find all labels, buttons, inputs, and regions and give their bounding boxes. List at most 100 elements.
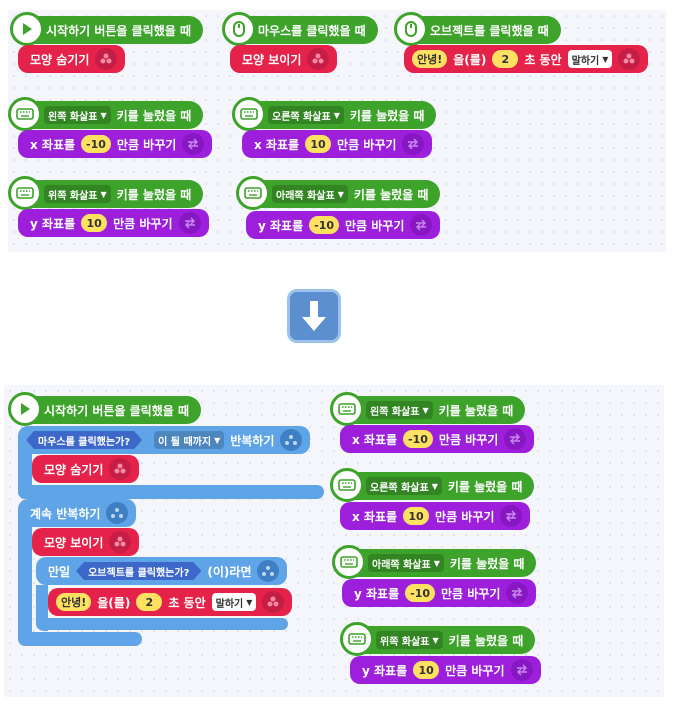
y-value-input[interactable]: -10 [309, 216, 339, 234]
change-x-left-block[interactable]: x 좌표를 -10 만큼 바꾸기 [18, 130, 213, 158]
mouse-click-event-label: 마우스를 클릭했을 때 [258, 23, 366, 38]
flow-icon [106, 502, 129, 524]
until-value: 이 될 때까지 [158, 436, 212, 448]
object-clicked-condition[interactable]: 오브젝트를 클릭했는가? [76, 562, 201, 580]
say-particle: 을(를) [453, 52, 487, 67]
caret-down-icon: ▼ [337, 189, 344, 199]
say-text-input[interactable]: 안녕! [412, 50, 448, 68]
change-x-right-block-main[interactable]: x 좌표를 10 만큼 바꾸기 [340, 502, 531, 530]
key-pressed-label: 키를 눌렀을 때 [447, 479, 523, 494]
say-block-main[interactable]: 안녕! 을(를) 2 초 동안 말하기 ▼ [48, 588, 293, 616]
y-value-input[interactable]: 10 [81, 214, 108, 232]
move-icon [504, 428, 527, 450]
mouse-click-event-block[interactable]: 마우스를 클릭했을 때 [222, 12, 378, 46]
say-seconds-suffix: 초 동안 [524, 52, 562, 67]
change-suffix: 만큼 바꾸기 [441, 586, 501, 601]
hide-shape-block-main[interactable]: 모양 숨기기 [32, 455, 140, 483]
say-block[interactable]: 안녕! 을(를) 2 초 동안 말하기 ▼ [404, 45, 649, 73]
say-particle: 을(를) [97, 595, 131, 610]
key-left-event-block-main[interactable]: 왼쪽 화살표 ▼ 키를 눌렀을 때 [330, 392, 526, 426]
key-down-dropdown[interactable]: 아래쪽 화살표 ▼ [272, 185, 348, 203]
key-down-dropdown[interactable]: 아래쪽 화살표 ▼ [368, 554, 444, 572]
keyboard-icon [330, 392, 364, 426]
y-label: y 좌표를 [30, 216, 76, 231]
looks-icon [95, 48, 118, 70]
change-y-up-block[interactable]: y 좌표를 10 만큼 바꾸기 [18, 209, 209, 237]
key-up-dropdown[interactable]: 위쪽 화살표 ▼ [376, 631, 443, 649]
caret-down-icon: ▼ [422, 405, 429, 415]
key-right-dropdown[interactable]: 오른쪽 화살표 ▼ [366, 477, 442, 495]
say-mode-dropdown[interactable]: 말하기 ▼ [567, 50, 613, 68]
key-up-dropdown[interactable]: 위쪽 화살표 ▼ [44, 185, 111, 203]
if-bottom [36, 618, 288, 630]
key-right-value: 오른쪽 화살표 [272, 111, 331, 123]
if-block[interactable]: 만일 오브젝트를 클릭했는가? (이)라면 [36, 557, 288, 585]
start-event-block[interactable]: 시작하기 버튼을 클릭했을 때 [10, 12, 204, 46]
show-shape-block[interactable]: 모양 보이기 [230, 45, 338, 73]
say-seconds-input[interactable]: 2 [136, 593, 163, 611]
y-label: y 좌표를 [354, 586, 400, 601]
down-arrow-icon [287, 289, 341, 343]
x-value-input[interactable]: -10 [403, 430, 433, 448]
key-left-dropdown[interactable]: 왼쪽 화살표 ▼ [366, 401, 433, 419]
looks-icon [109, 531, 132, 553]
key-left-event-block[interactable]: 왼쪽 화살표 ▼ 키를 눌렀을 때 [8, 97, 204, 131]
key-left-dropdown[interactable]: 왼쪽 화살표 ▼ [44, 106, 111, 124]
x-value-input[interactable]: -10 [81, 135, 111, 153]
say-mode-dropdown[interactable]: 말하기 ▼ [211, 593, 257, 611]
change-y-down-block[interactable]: y 좌표를 -10 만큼 바꾸기 [246, 211, 441, 239]
flow-icon [257, 560, 280, 582]
until-dropdown[interactable]: 이 될 때까지 ▼ [154, 431, 225, 449]
say-text-input[interactable]: 안녕! [56, 593, 92, 611]
show-shape-block-main[interactable]: 모양 보이기 [32, 528, 140, 556]
move-icon [410, 214, 433, 236]
repeat-label: 반복하기 [230, 433, 275, 448]
x-label: x 좌표를 [352, 509, 398, 524]
y-value-input[interactable]: -10 [405, 584, 435, 602]
key-pressed-label: 키를 눌렀을 때 [353, 187, 429, 202]
x-value-input[interactable]: 10 [305, 135, 332, 153]
object-click-event-label: 오브젝트를 클릭했을 때 [430, 23, 549, 38]
y-value-input[interactable]: 10 [413, 661, 440, 679]
looks-icon [307, 48, 330, 70]
y-label: y 좌표를 [362, 663, 408, 678]
looks-icon [109, 458, 132, 480]
key-down-event-block-main[interactable]: 아래쪽 화살표 ▼ 키를 눌렀을 때 [332, 545, 537, 579]
change-y-up-block-main[interactable]: y 좌표를 10 만큼 바꾸기 [350, 656, 541, 684]
forever-bottom [18, 632, 142, 646]
mouse-icon [222, 12, 256, 46]
change-suffix: 만큼 바꾸기 [337, 137, 397, 152]
change-suffix: 만큼 바꾸기 [116, 137, 177, 152]
object-click-event-block[interactable]: 오브젝트를 클릭했을 때 [394, 12, 561, 46]
change-y-down-block-main[interactable]: y 좌표를 -10 만큼 바꾸기 [342, 579, 537, 607]
change-x-right-block[interactable]: x 좌표를 10 만큼 바꾸기 [242, 130, 433, 158]
start-event-label: 시작하기 버튼을 클릭했을 때 [46, 23, 192, 38]
x-value-input[interactable]: 10 [403, 507, 430, 525]
keyboard-icon [330, 468, 364, 502]
key-pressed-label: 키를 눌렀을 때 [116, 108, 192, 123]
key-up-event-block[interactable]: 위쪽 화살표 ▼ 키를 눌렀을 때 [8, 176, 204, 210]
key-right-event-block[interactable]: 오른쪽 화살표 ▼ 키를 눌렀을 때 [232, 97, 437, 131]
keyboard-icon [8, 176, 42, 210]
keyboard-icon [232, 97, 266, 131]
key-right-event-block-main[interactable]: 오른쪽 화살표 ▼ 키를 눌렀을 때 [330, 468, 535, 502]
change-suffix: 만큼 바꾸기 [435, 509, 495, 524]
key-up-event-block-main[interactable]: 위쪽 화살표 ▼ 키를 눌렀을 때 [340, 622, 536, 656]
key-down-event-block[interactable]: 아래쪽 화살표 ▼ 키를 눌렀을 때 [236, 176, 441, 210]
forever-label: 계속 반복하기 [30, 506, 101, 521]
change-x-left-block-main[interactable]: x 좌표를 -10 만큼 바꾸기 [340, 425, 535, 453]
repeat-until-block[interactable]: 마우스를 클릭했는가? 이 될 때까지 ▼ 반복하기 [18, 426, 311, 454]
forever-arm [18, 512, 32, 646]
move-icon [182, 133, 205, 155]
forever-block[interactable]: 계속 반복하기 [18, 499, 137, 527]
start-event-block-main[interactable]: 시작하기 버튼을 클릭했을 때 [8, 392, 202, 426]
hide-shape-block[interactable]: 모양 숨기기 [18, 45, 126, 73]
mouse-clicked-condition[interactable]: 마우스를 클릭했는가? [26, 431, 142, 449]
x-label: x 좌표를 [352, 432, 398, 447]
say-seconds-input[interactable]: 2 [492, 50, 519, 68]
key-pressed-label: 키를 눌렀을 때 [438, 403, 514, 418]
say-mode-value: 말하기 [571, 55, 600, 67]
say-seconds-suffix: 초 동안 [168, 595, 206, 610]
key-right-dropdown[interactable]: 오른쪽 화살표 ▼ [268, 106, 344, 124]
caret-down-icon: ▼ [246, 597, 253, 607]
